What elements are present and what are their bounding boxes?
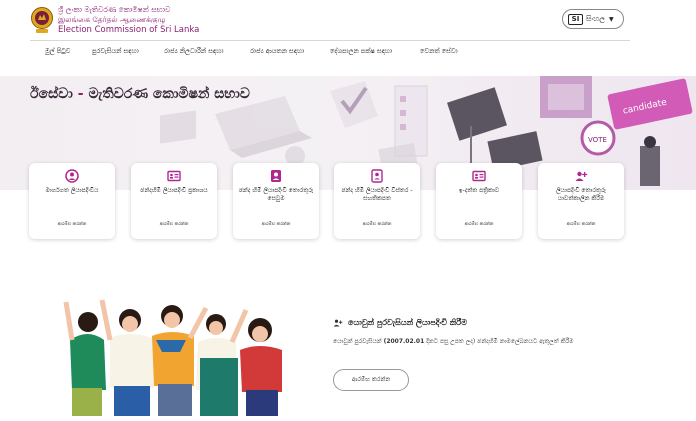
nav-home[interactable]: මුල් පිටුව <box>45 47 70 56</box>
svg-text:VOTE: VOTE <box>588 136 607 144</box>
site-logo-text[interactable]: ශ්‍රී ලංකා මැතිවරණ කොමිෂන් සභාව இலங்கை த… <box>58 5 199 35</box>
language-label: සිංහල <box>586 14 605 23</box>
header-divider <box>30 40 630 41</box>
service-card-title: ඡන්ද හිමි ලියාපදිංචි තොරතුරු සෙවුම <box>238 187 314 202</box>
nav-political-parties[interactable]: දේශපාලන පක්ෂ සඳහා <box>330 47 392 56</box>
person-plus-icon <box>575 171 588 181</box>
main-nav: මුල් පිටුව පුරවැසියන් සඳහා රාජ්‍ය නිලධාර… <box>0 44 696 62</box>
description-date: (2007.02.01 <box>383 338 425 345</box>
service-card-title: මාර්ගගත ලියාපදිංචිය <box>45 187 99 194</box>
service-card-registration-search[interactable]: ඡන්ද හිමි ලියාපදිංචි තොරතුරු සෙවුම ආරම්භ… <box>233 163 319 239</box>
person-circle-icon <box>65 169 79 183</box>
youth-registration-description: යොවුන් පුරවැසියන් (2007.02.01 දිනට පසු උ… <box>333 337 623 346</box>
service-card-start-link[interactable]: ආරම්භ කරන්න <box>338 221 416 227</box>
page: ශ්‍රී ලංකා මැතිවරණ කොමිෂන් සභාව இலங்கை த… <box>0 0 696 421</box>
logo-english: Election Commission of Sri Lanka <box>58 25 200 35</box>
logo-tamil: இலங்கை தேர்தல் ஆணைக்குழு <box>58 15 166 24</box>
service-card-start-link[interactable]: ආරම්භ කරන්න <box>542 221 620 227</box>
nav-citizens[interactable]: පුරවැසියන් සඳහා <box>92 47 139 56</box>
nav-government-institutions[interactable]: රාජ්‍ය ආයතන සඳහා <box>250 47 304 56</box>
logo-sinhala: ශ්‍රී ලංකා මැතිවරණ කොමිෂන් සභාව <box>58 5 171 14</box>
person-badge-icon <box>271 170 281 182</box>
service-card-title: ඡන්දහිමි ලියාපදිංචි ප්‍රකාශය <box>140 187 208 194</box>
person-badge-icon <box>371 169 383 183</box>
service-card-title: ලියාපදිංචි තොරතුරු යාවත්කාලීන කිරීම <box>556 187 606 202</box>
sri-lanka-emblem-icon[interactable] <box>30 5 54 35</box>
service-card-voter-declaration[interactable]: ඡන්දහිමි ලියාපදිංචි ප්‍රකාශය ආරම්භ කරන්න <box>131 163 217 239</box>
youth-registration-title-text: යොවුන් පුරවැසියන් ලියාපදිංචි කිරීම <box>348 318 467 327</box>
youth-registration-start-button[interactable]: ආරම්භ කරන්න <box>333 369 409 391</box>
site-header: ශ්‍රී ලංකා මැතිවරණ කොමිෂන් සභාව இலங்கை த… <box>0 0 696 40</box>
id-card-icon <box>167 170 181 182</box>
hero-title-dash: - <box>77 86 84 102</box>
service-card-start-link[interactable]: ආරම්භ කරන්න <box>33 221 111 227</box>
service-card-update-registration[interactable]: ලියාපදිංචි තොරතුරු යාවත්කාලීන කිරීම ආරම්… <box>538 163 624 239</box>
description-suffix: දිනට පසු උපත ලද) ඡන්දහිමි නාමලේඛනයට ඇතුල… <box>426 338 574 345</box>
description-prefix: යොවුන් පුරවැසියන් <box>333 338 382 345</box>
nav-public-officers[interactable]: රාජ්‍ය නිලධාරීන් සඳහා <box>164 47 223 56</box>
service-card-e-data-sheet[interactable]: ඉ-දත්ත පත්‍රිකාව ආරම්භ කරන්න <box>436 163 522 239</box>
hero-title-commission: මැතිවරණ කොමිෂන් සභාව <box>88 86 250 102</box>
service-card-registration-certificate[interactable]: ඡන්ද හිමි ලියාපදිංචි විස්තර - සහතිකපත ආර… <box>334 163 420 239</box>
youth-registration-title: යොවුන් පුරවැසියන් ලියාපදිංචි කිරීම <box>333 318 467 328</box>
id-card-icon <box>472 170 486 182</box>
service-card-title: ඡන්ද හිමි ලියාපදිංචි විස්තර - සහතිකපත <box>341 187 413 202</box>
service-card-title: ඉ-දත්ත පත්‍රිකාව <box>458 187 500 194</box>
person-plus-icon <box>333 319 343 327</box>
young-voters-illustration <box>63 299 282 416</box>
service-card-start-link[interactable]: ආරම්භ කරන්න <box>237 221 315 227</box>
hero-title: ඊසේවා - මැතිවරණ කොමිෂන් සභාව <box>30 86 250 102</box>
service-card-online-registration[interactable]: මාර්ගගත ලියාපදිංචිය ආරම්භ කරන්න <box>29 163 115 239</box>
nav-other-services[interactable]: වෙනත් සේවා <box>420 47 458 56</box>
hero-title-eseva: ඊසේවා <box>30 86 73 102</box>
service-card-start-link[interactable]: ආරම්භ කරන්න <box>135 221 213 227</box>
language-selector[interactable]: SI සිංහල ▼ <box>562 9 624 29</box>
language-code-badge: SI <box>568 13 583 25</box>
service-card-start-link[interactable]: ආරම්භ කරන්න <box>440 221 518 227</box>
chevron-down-icon: ▼ <box>608 15 614 23</box>
